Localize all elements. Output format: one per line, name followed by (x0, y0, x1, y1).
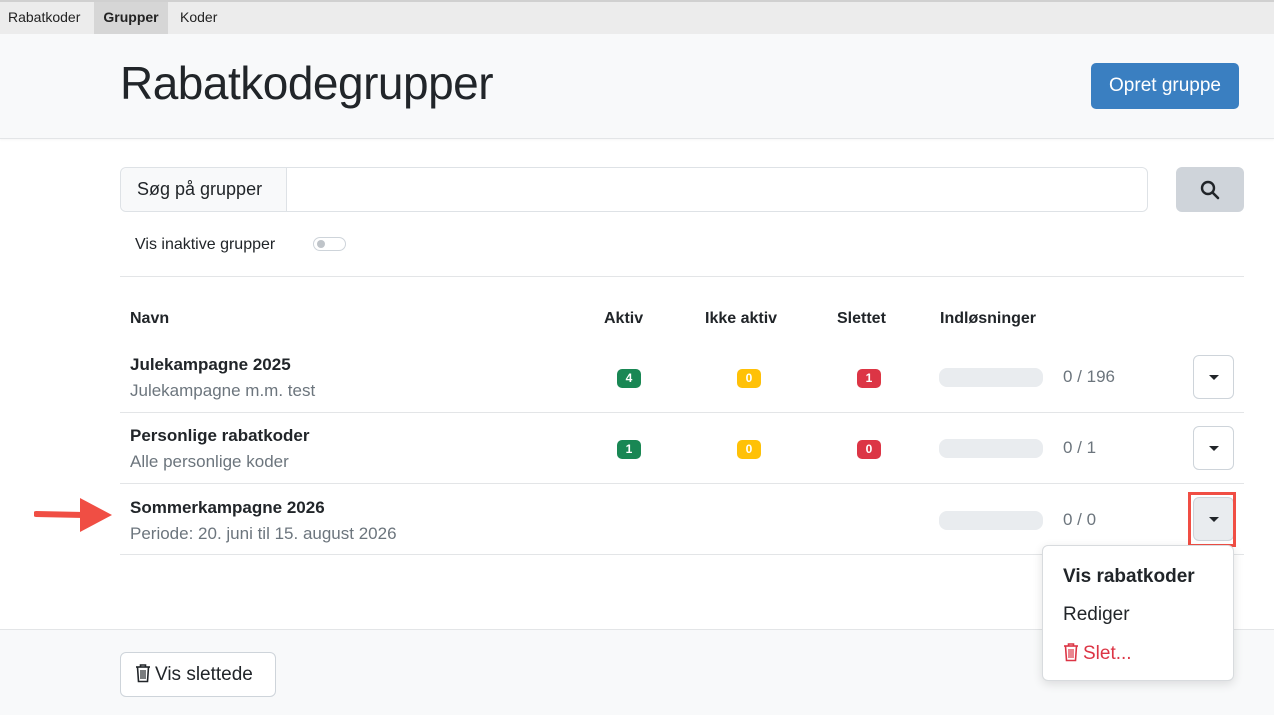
menu-item-view-codes[interactable]: Vis rabatkoder (1063, 566, 1195, 588)
col-header-inactive[interactable]: Ikke aktiv (705, 310, 777, 328)
trash-icon (136, 664, 150, 683)
row-actions-button[interactable] (1193, 426, 1234, 470)
toggle-knob (317, 240, 325, 248)
caret-down-icon (1209, 446, 1219, 451)
caret-down-icon (1209, 375, 1219, 380)
col-header-name[interactable]: Navn (130, 310, 169, 328)
col-header-active[interactable]: Aktiv (604, 310, 643, 328)
active-count-badge: 4 (617, 369, 641, 388)
search-label: Søg på grupper (121, 168, 287, 211)
group-description: Periode: 20. juni til 15. august 2026 (130, 524, 397, 543)
group-description: Alle personlige koder (130, 452, 289, 471)
annotation-highlight-box (1188, 492, 1236, 547)
menu-item-delete[interactable]: Slet... (1063, 642, 1132, 665)
tab-rabatkoder[interactable]: Rabatkoder (0, 2, 88, 34)
top-tab-bar: Rabatkoder Grupper Koder (0, 0, 1274, 34)
show-deleted-button[interactable]: Vis slettede (120, 652, 276, 697)
tab-koder[interactable]: Koder (172, 2, 225, 34)
group-name[interactable]: Julekampagne 2025 (130, 355, 291, 375)
tab-grupper[interactable]: Grupper (94, 2, 168, 34)
search-icon (1200, 180, 1220, 199)
inactive-count-badge: 0 (737, 369, 761, 388)
row-actions-menu: Vis rabatkoder Rediger Slet... (1042, 545, 1234, 681)
trash-icon (1064, 643, 1078, 662)
redemption-progress-bar (939, 511, 1043, 530)
redemption-count: 0 / 0 (1063, 510, 1097, 529)
search-group: Søg på grupper (120, 167, 1148, 212)
row-actions-button[interactable] (1193, 355, 1234, 399)
group-name[interactable]: Sommerkampagne 2026 (130, 498, 325, 518)
menu-item-delete-label: Slet... (1083, 643, 1132, 664)
table-row[interactable]: Personlige rabatkoder Alle personlige ko… (120, 413, 1244, 484)
table-row[interactable]: Julekampagne 2025 Julekampagne m.m. test… (120, 342, 1244, 413)
redemption-count: 0 / 1 (1063, 438, 1097, 457)
group-name[interactable]: Personlige rabatkoder (130, 426, 310, 446)
redemption-progress-bar (939, 368, 1043, 387)
col-header-deleted[interactable]: Slettet (837, 310, 886, 328)
active-count-badge: 1 (617, 440, 641, 459)
deleted-count-badge: 1 (857, 369, 881, 388)
show-inactive-toggle[interactable] (313, 237, 346, 251)
create-group-button[interactable]: Opret gruppe (1091, 63, 1239, 109)
filter-divider (120, 276, 1244, 277)
col-header-redemptions[interactable]: Indløsninger (940, 310, 1036, 328)
redemption-count: 0 / 196 (1063, 367, 1115, 386)
deleted-count-badge: 0 (857, 440, 881, 459)
annotation-arrow-icon (34, 498, 112, 532)
search-button[interactable] (1176, 167, 1244, 212)
show-deleted-label: Vis slettede (155, 664, 253, 685)
show-inactive-label: Vis inaktive grupper (135, 236, 276, 253)
search-input[interactable] (287, 168, 1147, 211)
page-title: Rabatkodegrupper (120, 57, 494, 109)
inactive-count-badge: 0 (737, 440, 761, 459)
group-description: Julekampagne m.m. test (130, 381, 316, 400)
row-divider (120, 483, 1244, 484)
redemption-progress-bar (939, 439, 1043, 458)
menu-item-edit[interactable]: Rediger (1063, 604, 1130, 626)
page-header: Rabatkodegrupper Opret gruppe (0, 34, 1274, 139)
